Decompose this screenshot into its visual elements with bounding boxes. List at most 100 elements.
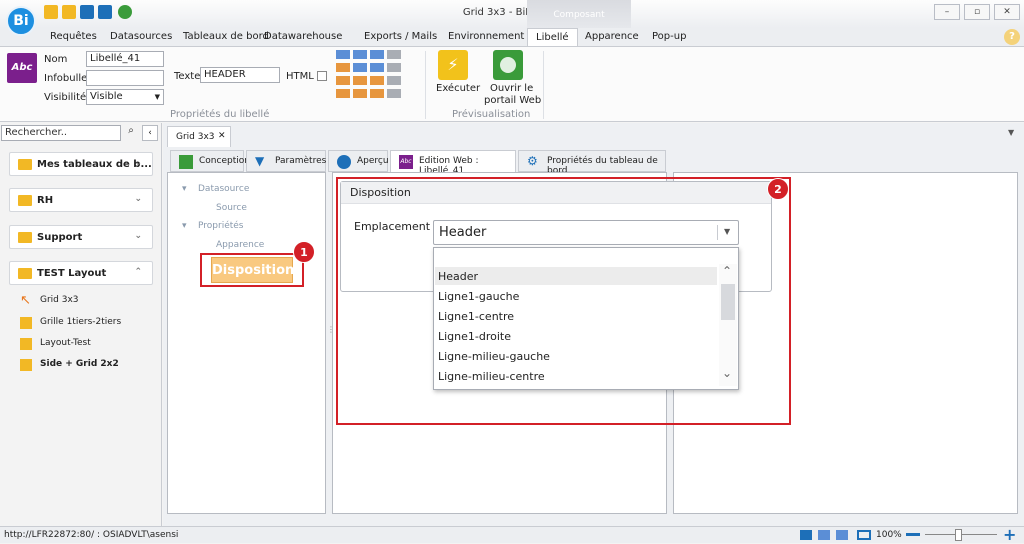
grid-icon[interactable] [836,530,848,540]
app-logo[interactable]: Bi [6,6,36,36]
close-window-button[interactable]: ✕ [994,4,1020,20]
group-separator [425,51,426,119]
folder-icon [18,232,32,243]
zoom-fit-icon[interactable] [857,530,871,540]
tab-tableaux-de-bord[interactable]: Tableaux de bord [183,31,269,42]
help-icon[interactable]: ? [1004,29,1020,45]
search-input[interactable]: Rechercher.. [1,125,121,141]
justify-bottom-icon[interactable] [387,89,401,98]
view-icon[interactable] [800,530,812,540]
align-top-left-icon[interactable] [336,50,350,59]
zoom-out-icon[interactable] [906,533,920,536]
status-url: http://LFR22872:80/ : OSIADVLT\asensi [4,530,179,540]
tab-label: Paramètres [275,156,327,166]
conception-icon [179,155,193,169]
tab-libelle[interactable]: Libellé [527,28,578,47]
tab-environnement[interactable]: Environnement [448,31,524,42]
align-top-right-icon[interactable] [370,50,384,59]
tree-datasource[interactable]: Datasource [198,184,249,194]
zoom-in-icon[interactable]: + [1003,525,1016,544]
tab-proprietes-tableau[interactable]: ⚙ Propriétés du tableau de bord [518,150,666,176]
tab-edition-web[interactable]: Abc Edition Web : Libellé_41 [390,150,516,176]
tab-label: Conception [199,156,250,166]
tab-popup[interactable]: Pop-up [652,31,686,42]
justify-top-icon[interactable] [387,50,401,59]
align-bottom-right-icon[interactable] [370,89,384,98]
binoculars-icon[interactable]: ⌕ [123,125,139,141]
tab-exports-mails[interactable]: Exports / Mails [364,31,437,42]
context-group-label: Composant [527,0,631,28]
align-bottom-left-icon[interactable] [336,89,350,98]
executer-button[interactable]: Exécuter [436,83,480,94]
close-icon[interactable]: ✕ [218,131,226,141]
visibilite-value: Visible [90,91,123,102]
fit-icon[interactable] [818,530,830,540]
align-mid-left-icon[interactable] [336,63,350,72]
tab-parametres[interactable]: ▼ Paramètres [246,150,326,172]
tab-conception[interactable]: Conception [170,150,250,172]
tree-pane: ▾ Datasource Source ▾ Propriétés Apparen… [167,172,326,514]
folder-mes-tableaux[interactable]: Mes tableaux de b... ⌄ [9,152,153,176]
list-item-label: Grille 1tiers-2tiers [40,317,122,327]
infobulle-label: Infobulle [44,73,88,84]
list-item-grid3x3[interactable]: ↖ Grid 3x3 [20,294,79,307]
align-bottom-center-icon[interactable] [353,89,367,98]
minimize-button[interactable]: – [934,4,960,20]
folder-rh[interactable]: RH ⌄ [9,188,153,212]
list-item-layout-test[interactable]: Layout-Test [20,338,91,350]
folder-support[interactable]: Support ⌄ [9,225,153,249]
align-mid-right-icon[interactable] [370,63,384,72]
justify-row3-icon[interactable] [387,76,401,85]
nom-field[interactable]: Libellé_41 [86,51,164,67]
list-item-label: Layout-Test [40,338,91,348]
web-portal-icon[interactable] [493,50,523,80]
ribbon-tab-row: Requêtes Datasources Tableaux de bord Da… [0,28,1024,47]
tabs-dropdown-icon[interactable]: ▼ [1008,128,1014,137]
tree-apparence[interactable]: Apparence [216,240,264,250]
infobulle-field[interactable] [86,70,164,86]
folder-test-layout[interactable]: TEST Layout ⌃ [9,261,153,285]
tab-apercu[interactable]: Aperçu [328,150,389,172]
align-mid-center-icon[interactable] [353,63,367,72]
window-title: Grid 3x3 - BiBOARD [462,7,562,18]
texte-field[interactable]: HEADER [200,67,280,83]
chevron-down-icon: ⌄ [134,158,142,168]
collapse-panel-icon[interactable]: ‹ [142,125,158,141]
html-checkbox[interactable] [317,71,327,81]
ouvrir-line2[interactable]: portail Web [484,95,541,106]
tree-expand-icon[interactable]: ▾ [182,221,187,231]
annotation-badge-2: 2 [767,178,789,200]
layout-icon [20,338,32,350]
align-row3-center-icon[interactable] [353,76,367,85]
justify-mid-icon[interactable] [387,63,401,72]
tree-proprietes[interactable]: Propriétés [198,221,243,231]
align-row3-left-icon[interactable] [336,76,350,85]
align-top-center-icon[interactable] [353,50,367,59]
list-item-grille[interactable]: Grille 1tiers-2tiers [20,317,122,329]
chevron-down-icon: ▼ [154,93,160,101]
html-label: HTML [286,71,314,82]
tab-requetes[interactable]: Requêtes [50,31,97,42]
visibilite-select[interactable]: Visible ▼ [86,89,164,105]
zoom-slider-thumb[interactable] [955,529,962,541]
ouvrir-line1[interactable]: Ouvrir le [490,83,533,94]
lightning-icon[interactable]: ⚡ [438,50,468,80]
restore-button[interactable]: ▫ [964,4,990,20]
status-bar: http://LFR22872:80/ : OSIADVLT\asensi 10… [0,525,1024,544]
list-item-side-grid[interactable]: Side + Grid 2x2 [20,359,119,371]
align-row3-right-icon[interactable] [370,76,384,85]
title-bar: Grid 3x3 - BiBOARD Composant – ▫ ✕ [0,0,1024,28]
folder-label: TEST Layout [37,268,107,279]
doc-tab-grid3x3[interactable]: Grid 3x3 ✕ [167,126,231,147]
filter-icon: ▼ [255,154,265,168]
tree-expand-icon[interactable]: ▾ [182,184,187,194]
visibilite-label: Visibilité [44,92,87,103]
tree-source[interactable]: Source [216,203,247,213]
tab-datawarehouse[interactable]: Datawarehouse [264,31,342,42]
splitter-handle[interactable]: ⋮ [327,325,335,349]
list-item-label: Side + Grid 2x2 [40,359,119,369]
tab-datasources[interactable]: Datasources [110,31,172,42]
tab-apparence[interactable]: Apparence [585,31,639,42]
nom-label: Nom [44,54,68,65]
layout-icon [20,317,32,329]
